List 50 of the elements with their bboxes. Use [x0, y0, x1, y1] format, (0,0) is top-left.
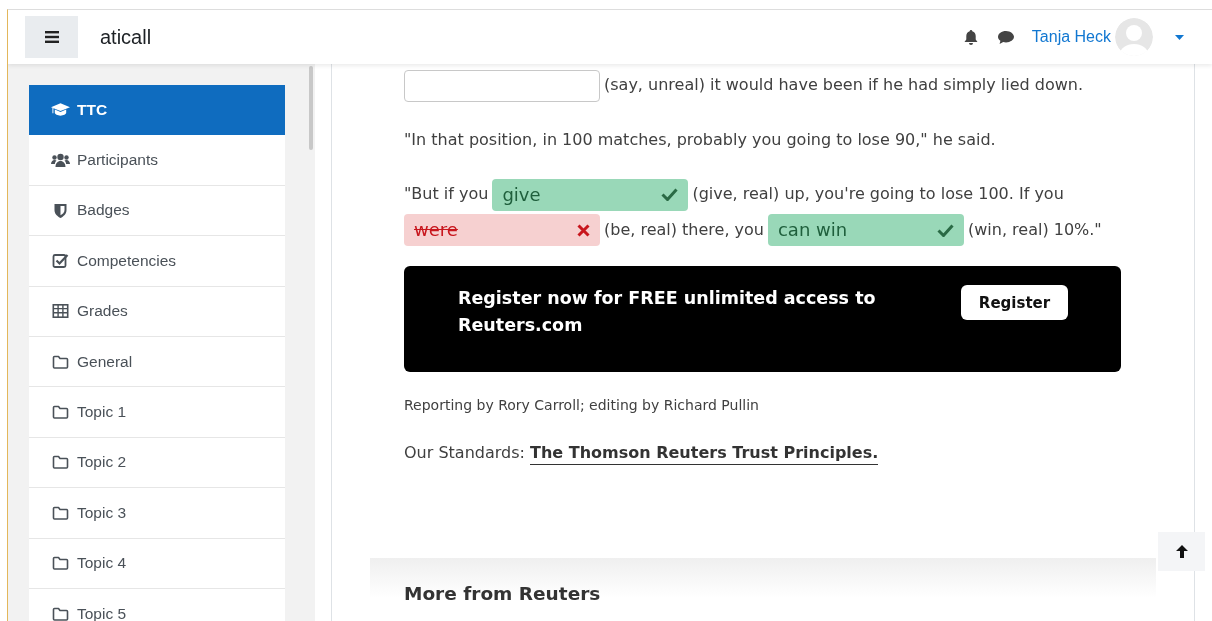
- sidebar-item[interactable]: Competencies: [29, 236, 285, 287]
- sidebar-item[interactable]: Grades: [29, 286, 285, 337]
- answer-field[interactable]: were: [404, 214, 600, 246]
- sidebar-item[interactable]: Topic 1: [29, 387, 285, 438]
- question-text: "But if you: [404, 184, 489, 203]
- question-text: (say, unreal) it would have been if he had simply lied down.: [604, 75, 1084, 94]
- section-title: More from Reuters: [404, 583, 602, 604]
- register-button[interactable]: Register: [961, 285, 1068, 320]
- menu-button[interactable]: [25, 16, 78, 58]
- table-icon: [51, 304, 70, 319]
- scrollbar-thumb[interactable]: [309, 66, 313, 150]
- folder-icon: [51, 405, 70, 420]
- bell-icon[interactable]: [962, 28, 979, 46]
- user-name[interactable]: Tanja Heck: [1031, 28, 1111, 46]
- check-icon: [661, 188, 679, 201]
- answer-field[interactable]: can win: [767, 214, 964, 246]
- site-name[interactable]: aticall: [100, 25, 152, 49]
- folder-icon: [51, 505, 70, 520]
- sidebar-item[interactable]: Badges: [29, 185, 285, 237]
- back-to-top-button[interactable]: [1158, 532, 1205, 571]
- sidebar-item[interactable]: General: [29, 336, 285, 388]
- question-text: (be, real) there, you: [604, 219, 764, 239]
- menu-icon: [44, 31, 59, 43]
- standards-label: Our Standards:: [404, 443, 525, 462]
- answer-field[interactable]: [404, 69, 600, 102]
- sidebar-item[interactable]: Topic 2: [29, 437, 285, 489]
- question-text: (win, real) 10%.": [967, 219, 1102, 239]
- sidebar-item[interactable]: Participants: [29, 135, 285, 186]
- folder-icon: [51, 354, 70, 369]
- folder-icon: [51, 455, 70, 470]
- graduation-cap-icon: [51, 102, 70, 117]
- caret-icon[interactable]: [1175, 34, 1184, 40]
- sidebar-item[interactable]: Topic 5: [29, 588, 285, 621]
- sidebar-item[interactable]: Topic 3: [29, 488, 285, 539]
- chat-icon[interactable]: [996, 29, 1015, 45]
- arrow-up-icon: [1174, 544, 1189, 559]
- folder-icon: [51, 556, 70, 571]
- check-icon: [936, 223, 954, 237]
- answer-field[interactable]: give: [492, 178, 689, 211]
- question-text: (give, real) up, you're going to lose 100. If you: [692, 184, 1064, 203]
- standards-link[interactable]: The Thomson Reuters Trust Principles.: [530, 443, 879, 465]
- question-text: "In that position, in 100 matches, probably you going to lose 90," he said.: [404, 129, 996, 149]
- folder-icon: [51, 606, 70, 621]
- cross-icon: [577, 223, 590, 237]
- checkbox-icon: [51, 253, 70, 269]
- banner-text: Register now for FREE unlimited access to Reuters.com: [458, 287, 877, 337]
- sidebar-item[interactable]: TTC: [29, 85, 285, 136]
- byline: Reporting by Rory Carroll; editing by Richard Pullin: [404, 397, 760, 413]
- sidebar-item[interactable]: Topic 4: [29, 538, 285, 589]
- users-icon: [51, 152, 70, 168]
